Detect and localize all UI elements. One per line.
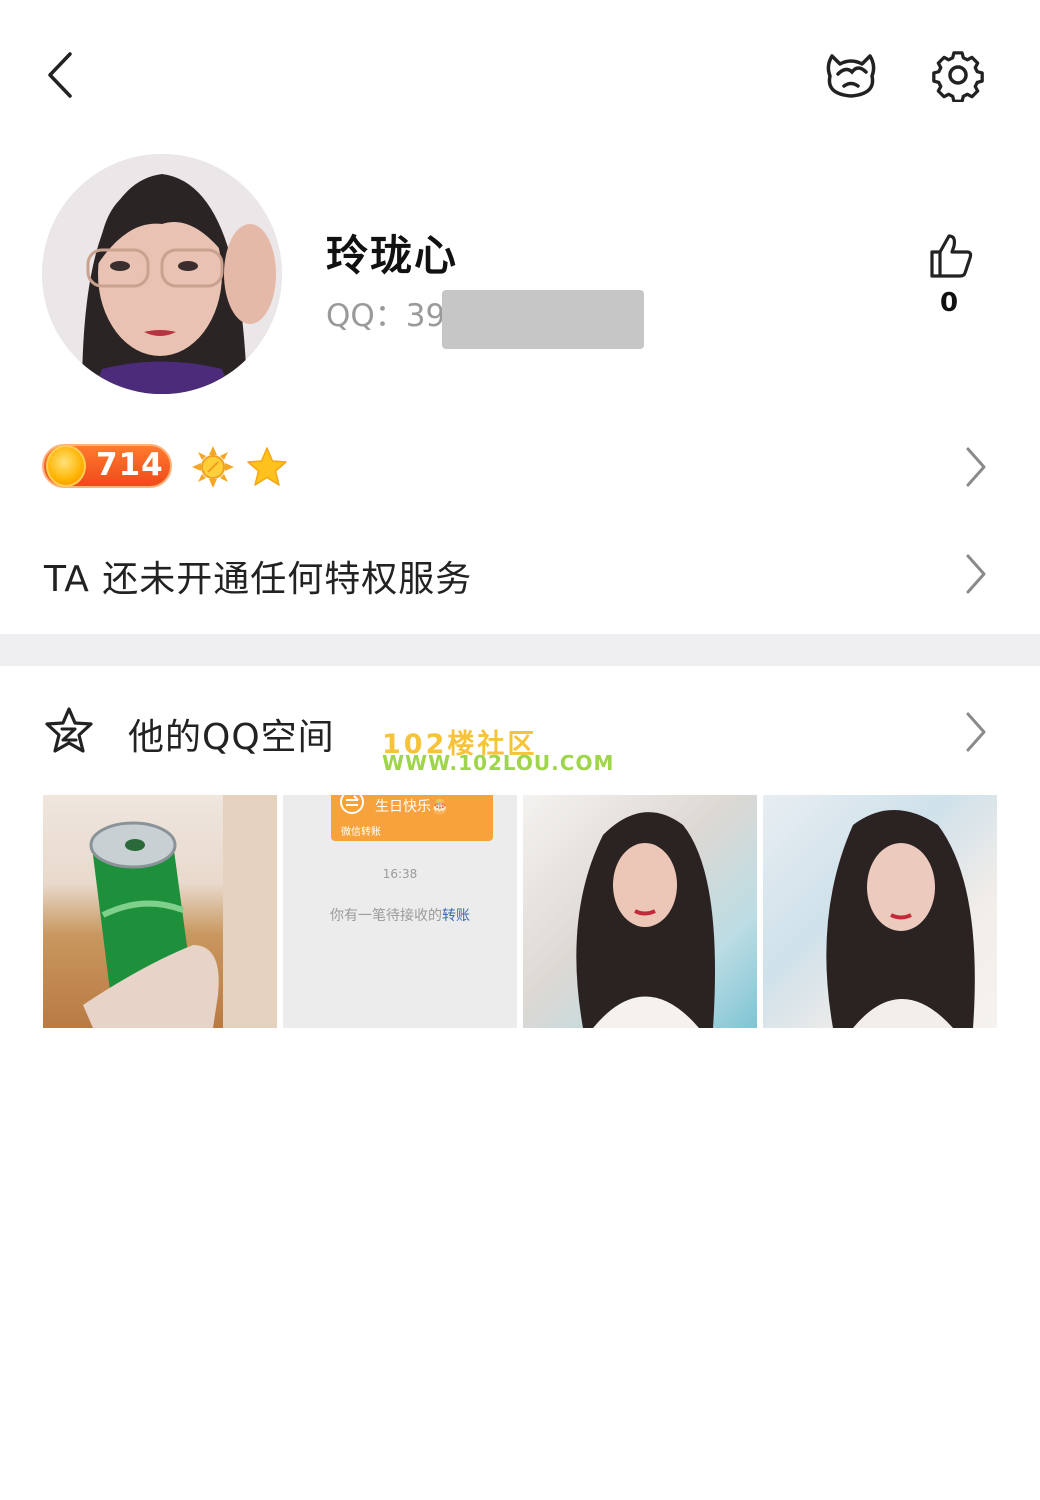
gear-icon	[932, 51, 984, 103]
privilege-row[interactable]: TA 还未开通任何特权服务	[0, 540, 1040, 610]
pet-cat-icon	[826, 54, 876, 98]
level-value: 714	[96, 447, 164, 483]
avatar[interactable]	[42, 154, 282, 394]
sun-icon	[192, 446, 234, 488]
coin-icon	[46, 445, 86, 487]
settings-button[interactable]	[930, 48, 986, 103]
pet-button[interactable]	[822, 48, 880, 102]
qq-number: QQ：39	[326, 298, 446, 334]
section-divider	[0, 634, 1040, 666]
avatar-photo	[42, 154, 282, 394]
qzone-title: 他的QQ空间	[128, 717, 335, 758]
soda-can-photo	[83, 795, 277, 1028]
redaction-mask	[442, 290, 644, 349]
qzone-star-icon	[45, 707, 93, 753]
chat-time: 16:38	[382, 867, 418, 881]
photo-thumbnail[interactable]	[763, 795, 997, 1028]
back-button[interactable]	[40, 48, 90, 102]
nickname: 玲珑心	[326, 231, 459, 280]
like-button[interactable]: 0	[922, 232, 976, 324]
chevron-left-icon	[48, 52, 72, 98]
portrait-photo	[826, 810, 975, 1028]
chevron-right-icon	[966, 712, 986, 752]
photo-thumbnail[interactable]	[43, 795, 277, 1028]
level-badge: 714	[42, 444, 172, 488]
thumbs-up-icon	[930, 234, 973, 278]
portrait-photo	[576, 812, 715, 1028]
photo-thumbnail[interactable]: 生日快乐🎂 微信转账 16:38 你有一笔待接收的转账	[283, 795, 517, 1028]
transfer-subtitle: 微信转账	[341, 827, 381, 838]
transfer-link: 转账	[442, 908, 470, 924]
star-icon	[247, 447, 287, 486]
transfer-title: 生日快乐🎂	[375, 799, 449, 815]
level-row[interactable]: 714	[0, 434, 1040, 500]
photo-thumbnail[interactable]	[523, 795, 757, 1028]
like-count: 0	[939, 288, 959, 318]
privilege-text: TA 还未开通任何特权服务	[44, 559, 473, 600]
chevron-right-icon	[966, 447, 986, 487]
chat-message: 你有一笔待接收的转账	[330, 908, 470, 924]
transfer-bubble: 生日快乐🎂 微信转账	[331, 795, 493, 841]
watermark-url: WWW.102LOU.COM	[382, 751, 615, 775]
transfer-icon	[340, 795, 364, 814]
chevron-right-icon	[966, 554, 986, 594]
